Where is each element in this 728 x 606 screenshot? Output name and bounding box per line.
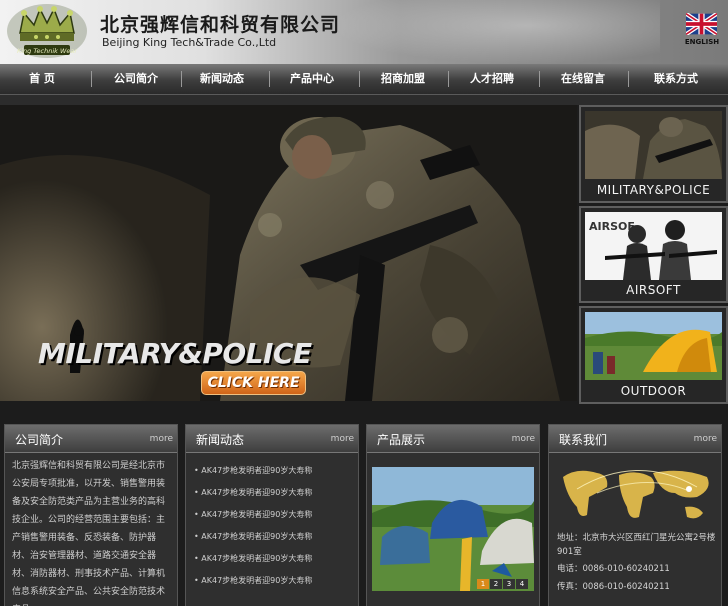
english-link[interactable]: ENGLISH [682, 38, 722, 46]
contact-fax: 传真：0086-010-60240211 [557, 582, 670, 592]
nav-item-about[interactable]: 公司简介 [100, 64, 172, 94]
crown-logo-icon[interactable]: King Technik Wear [6, 3, 88, 59]
contact-address: 地址：北京市大兴区西红门星光公寓2号楼901室 [557, 533, 716, 557]
contact-panel: 联系我们 more 地址：北京市大兴区西红门星光公寓2号楼901室 电话：008… [548, 424, 722, 606]
pager-4[interactable]: 4 [516, 579, 528, 589]
nav-item-products[interactable]: 产品中心 [276, 64, 348, 94]
news-item[interactable]: • AK47步枪发明者迎90岁大寿称 [194, 482, 312, 504]
banner-title: MILITARY&POLICE [38, 337, 312, 370]
news-item[interactable]: • AK47步枪发明者迎90岁大寿称 [194, 504, 312, 526]
company-name-en: Beijing King Tech&Trade Co.,Ltd [102, 36, 277, 49]
news-item[interactable]: • AK47步枪发明者迎90岁大寿称 [194, 548, 312, 570]
news-item[interactable]: • AK47步枪发明者迎90岁大寿称 [194, 460, 312, 482]
news-title: 新闻动态 [196, 433, 245, 447]
thumb-airsoft[interactable]: AIRSOF AIRSOFT [579, 206, 728, 303]
outdoor-thumb-image [585, 312, 722, 380]
nav-item-jobs[interactable]: 人才招聘 [456, 64, 528, 94]
thumb-outdoor[interactable]: OUTDOOR [579, 306, 728, 404]
company-name-cn: 北京强辉信和科贸有限公司 [100, 14, 341, 36]
logo-text: King Technik Wear [17, 47, 78, 55]
products-panel: 产品展示 more 1 2 3 4 [366, 424, 540, 606]
world-map-icon [563, 470, 709, 519]
contact-phone: 电话：0086-010-60240211 [557, 564, 670, 574]
thumb-label-military: MILITARY&POLICE [596, 183, 711, 197]
products-more-link[interactable]: more [512, 434, 535, 444]
airsoft-logo-text: AIRSOF [589, 220, 635, 233]
nav-item-home[interactable]: 首 页 [10, 64, 74, 94]
thumb-label-airsoft: AIRSOFT [626, 283, 681, 297]
page: King Technik Wear 北京强辉信和科贸有限公司 Beijing K… [0, 0, 728, 606]
about-text: 北京强辉信和科贸有限公司是经北京市公安局专项批准，以开发、销售警用装备及安全防范… [12, 461, 166, 606]
uk-flag-icon[interactable] [686, 13, 717, 35]
pager-2[interactable]: 2 [490, 579, 502, 589]
nav-item-guestbook[interactable]: 在线留言 [547, 64, 619, 94]
contact-title: 联系我们 [559, 433, 608, 447]
nav-item-news[interactable]: 新闻动态 [186, 64, 258, 94]
about-panel: 公司简介 more 北京强辉信和科贸有限公司是经北京市公安局专项批准，以开发、销… [4, 424, 178, 606]
airsoft-thumb-image: AIRSOF [585, 212, 722, 280]
products-title: 产品展示 [377, 433, 426, 447]
news-item[interactable]: • AK47步枪发明者迎90岁大寿称 [194, 526, 312, 548]
military-thumb-image [585, 111, 722, 179]
nav-subbar [0, 94, 728, 105]
about-title: 公司简介 [15, 433, 64, 447]
product-pager: 1 2 3 4 [477, 579, 528, 589]
news-more-link[interactable]: more [331, 434, 354, 444]
click-here-button[interactable]: CLICK HERE [201, 371, 306, 395]
product-showcase-image[interactable] [372, 467, 534, 591]
nav-item-contact[interactable]: 联系方式 [639, 64, 713, 94]
main-nav: 首 页 公司简介 新闻动态 产品中心 招商加盟 人才招聘 在线留言 联系方式 [0, 64, 728, 94]
news-list: • AK47步枪发明者迎90岁大寿称 • AK47步枪发明者迎90岁大寿称 • … [194, 460, 312, 592]
contact-more-link[interactable]: more [694, 434, 717, 444]
nav-item-franchise[interactable]: 招商加盟 [367, 64, 439, 94]
hero-banner[interactable]: MILITARY&POLICE CLICK HERE [0, 105, 577, 401]
site-header: King Technik Wear 北京强辉信和科贸有限公司 Beijing K… [0, 0, 728, 64]
news-panel: 新闻动态 more • AK47步枪发明者迎90岁大寿称 • AK47步枪发明者… [185, 424, 359, 606]
about-more-link[interactable]: more [150, 434, 173, 444]
news-item[interactable]: • AK47步枪发明者迎90岁大寿称 [194, 570, 312, 592]
pager-1[interactable]: 1 [477, 579, 489, 589]
thumb-label-outdoor: OUTDOOR [620, 384, 687, 398]
pager-3[interactable]: 3 [503, 579, 515, 589]
thumb-military-police[interactable]: MILITARY&POLICE [579, 105, 728, 203]
